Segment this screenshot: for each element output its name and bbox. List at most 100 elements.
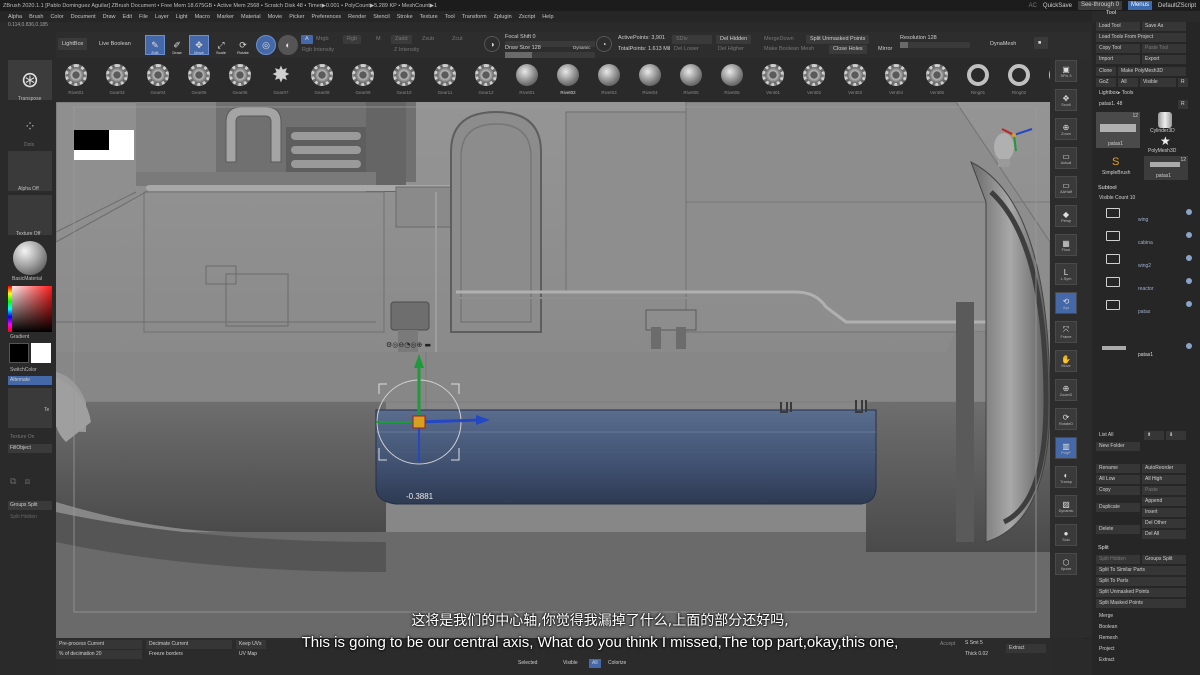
brush-gear04[interactable]: Gear04 bbox=[138, 60, 178, 100]
make-boolean-mesh-button[interactable]: Make Boolean Mesh bbox=[764, 46, 814, 52]
duplicate-button[interactable]: Duplicate bbox=[1096, 503, 1140, 512]
see-through-slider[interactable]: See-through 0 bbox=[1077, 1, 1122, 10]
visibility-toggle-icon[interactable] bbox=[1186, 232, 1192, 238]
viewtool-scroll[interactable]: ✥ Scroll bbox=[1055, 89, 1077, 111]
visibility-toggle-icon[interactable] bbox=[1186, 343, 1192, 349]
viewtool-move[interactable]: ✋ Move bbox=[1055, 350, 1077, 372]
viewtool-solo[interactable]: ● Solo bbox=[1055, 524, 1077, 546]
all-filter-button[interactable]: All bbox=[589, 659, 601, 668]
rotate-mode-button[interactable]: ⟳ Rotate bbox=[233, 35, 253, 55]
brush-rivet05[interactable]: Rivet05 bbox=[671, 60, 711, 100]
brush-rivet01[interactable]: Rivet01 bbox=[507, 60, 547, 100]
viewtool-polyf[interactable]: ▥ PolyF bbox=[1055, 437, 1077, 459]
menu-edit[interactable]: Edit bbox=[123, 14, 132, 20]
extract-section-button[interactable]: Extract bbox=[1096, 656, 1186, 665]
visible-button[interactable]: Visible bbox=[1140, 78, 1176, 87]
viewtool-l-sym[interactable]: L L.Sym bbox=[1055, 263, 1077, 285]
brush-rivet03[interactable]: Rivet03 bbox=[589, 60, 629, 100]
del-higher-button[interactable]: Del Higher bbox=[718, 46, 744, 52]
menu-stroke[interactable]: Stroke bbox=[397, 14, 413, 20]
menu-movie[interactable]: Movie bbox=[268, 14, 283, 20]
new-folder-button[interactable]: New Folder bbox=[1096, 442, 1140, 451]
split-hidden-button[interactable]: Split Hidden bbox=[10, 514, 37, 520]
load-tools-from-project-button[interactable]: Load Tools From Project bbox=[1096, 33, 1186, 42]
secondary-color-swatch[interactable] bbox=[31, 343, 51, 363]
brush-vent03[interactable]: Vent03 bbox=[835, 60, 875, 100]
del-lower-button[interactable]: Del Lower bbox=[674, 46, 699, 52]
zadd-button[interactable]: Zadd bbox=[391, 35, 412, 44]
viewtool-spix-3[interactable]: ▣ SPix 3 bbox=[1055, 60, 1077, 82]
subtool-row-patas1[interactable]: patas1 bbox=[1096, 338, 1194, 360]
scale-mode-button[interactable]: ⤢ Scale bbox=[211, 35, 231, 55]
transpose-brush-button[interactable]: ⊛ bbox=[8, 60, 52, 100]
colorize-button[interactable]: Colorize bbox=[608, 660, 626, 666]
brush-rivet04[interactable]: Rivet04 bbox=[630, 60, 670, 100]
stroke-dots-button[interactable]: ⁘ bbox=[8, 106, 52, 146]
menu-zscript[interactable]: Zscript bbox=[519, 14, 536, 20]
dynamesh-toggle[interactable]: ■ bbox=[1034, 37, 1048, 49]
rename-button[interactable]: Rename bbox=[1096, 464, 1140, 473]
append-button[interactable]: Append bbox=[1142, 497, 1186, 506]
visible-filter-button[interactable]: Visible bbox=[563, 660, 578, 666]
menu-material[interactable]: Material bbox=[241, 14, 261, 20]
color-picker[interactable] bbox=[8, 286, 52, 332]
move-down-button[interactable]: ⬇ bbox=[1166, 431, 1186, 440]
rgb-intensity-slider[interactable]: Rgb Intensity bbox=[302, 47, 334, 53]
visibility-toggle-icon[interactable] bbox=[1186, 278, 1192, 284]
subtool-folder-patas[interactable]: patas bbox=[1096, 296, 1194, 318]
merge-down-button[interactable]: MergeDown bbox=[764, 36, 794, 42]
copy-tool-button[interactable]: Copy Tool bbox=[1096, 44, 1140, 53]
copy-button[interactable]: Copy bbox=[1096, 486, 1140, 495]
move-mode-button[interactable]: ✥ Move bbox=[189, 35, 209, 55]
focal-shift-slider[interactable]: Focal Shift 0 bbox=[505, 34, 536, 40]
viewport-canvas[interactable]: ⚙◎⊖◔◎⊕ ▬ -0.3881 bbox=[56, 102, 1050, 639]
dynamesh-button[interactable]: DynaMesh bbox=[990, 41, 1016, 47]
color-hue-strip[interactable] bbox=[8, 286, 12, 332]
menu-stencil[interactable]: Stencil bbox=[373, 14, 390, 20]
thick-slider[interactable]: Thick 0.02 bbox=[962, 650, 1002, 659]
brush-ring01[interactable]: Ring01 bbox=[958, 60, 998, 100]
close-holes-button[interactable]: Close Holes bbox=[829, 45, 867, 54]
resolution-track[interactable] bbox=[900, 42, 970, 48]
menu-alpha[interactable]: Alpha bbox=[8, 14, 22, 20]
menu-zplugin[interactable]: Zplugin bbox=[494, 14, 512, 20]
list-all-button[interactable]: List All bbox=[1096, 431, 1140, 440]
visible-count-slider[interactable]: Visible Count 10 bbox=[1096, 194, 1186, 203]
brush-gear06[interactable]: Gear06 bbox=[220, 60, 260, 100]
menu-tool[interactable]: Tool bbox=[445, 14, 455, 20]
alpha-button[interactable] bbox=[8, 151, 52, 191]
material-sphere-button[interactable]: ◐ bbox=[278, 35, 298, 55]
brush-gear08[interactable]: Gear08 bbox=[302, 60, 342, 100]
load-tool-button[interactable]: Load Tool bbox=[1096, 22, 1140, 31]
paste-tool-button[interactable]: Paste Tool bbox=[1142, 44, 1186, 53]
subtool-folder-cabina[interactable]: cabina bbox=[1096, 227, 1194, 249]
dynamic-button[interactable]: Dynamic bbox=[573, 45, 591, 50]
export-button[interactable]: Export bbox=[1142, 55, 1186, 64]
viewtool-dynamic[interactable]: ▨ Dynamic bbox=[1055, 495, 1077, 517]
groups-split-right-button[interactable]: Groups Split bbox=[1142, 555, 1186, 564]
viewtool-zoom[interactable]: ⊕ Zoom bbox=[1055, 118, 1077, 140]
zsub-button[interactable]: Zsub bbox=[422, 36, 434, 42]
viewtool-zoomd[interactable]: ⊕ ZoomD bbox=[1055, 379, 1077, 401]
menu-color[interactable]: Color bbox=[50, 14, 63, 20]
subtool-folder-reactor[interactable]: reactor bbox=[1096, 273, 1194, 295]
save-as-button[interactable]: Save As bbox=[1142, 22, 1186, 31]
menu-preferences[interactable]: Preferences bbox=[312, 14, 342, 20]
split-unmasked-points-button[interactable]: Split Unmasked Points bbox=[806, 35, 870, 44]
del-all-button[interactable]: Del All bbox=[1142, 530, 1186, 539]
split-icon[interactable]: ⧉ bbox=[10, 476, 16, 496]
brush-vent04[interactable]: Vent04 bbox=[876, 60, 916, 100]
subtool-folder-wing2[interactable]: wing2 bbox=[1096, 250, 1194, 272]
main-color-swatch[interactable] bbox=[9, 343, 29, 363]
paste-button[interactable]: Paste bbox=[1142, 486, 1186, 495]
lightbox-tools-button[interactable]: Lightbox▸ Tools bbox=[1096, 89, 1186, 98]
menu-render[interactable]: Render bbox=[348, 14, 366, 20]
m-button[interactable]: M bbox=[376, 36, 381, 42]
all-high-button[interactable]: All High bbox=[1142, 475, 1186, 484]
viewtool-rotated[interactable]: ⟳ RotateD bbox=[1055, 408, 1077, 430]
visibility-toggle-icon[interactable] bbox=[1186, 209, 1192, 215]
resolution-slider[interactable]: Resolution 128 bbox=[900, 35, 937, 41]
viewtool-frame[interactable]: ⤧ Frame bbox=[1055, 321, 1077, 343]
default-zscript-button[interactable]: DefaultZScript bbox=[1158, 3, 1196, 9]
a-toggle[interactable]: A bbox=[301, 35, 313, 44]
